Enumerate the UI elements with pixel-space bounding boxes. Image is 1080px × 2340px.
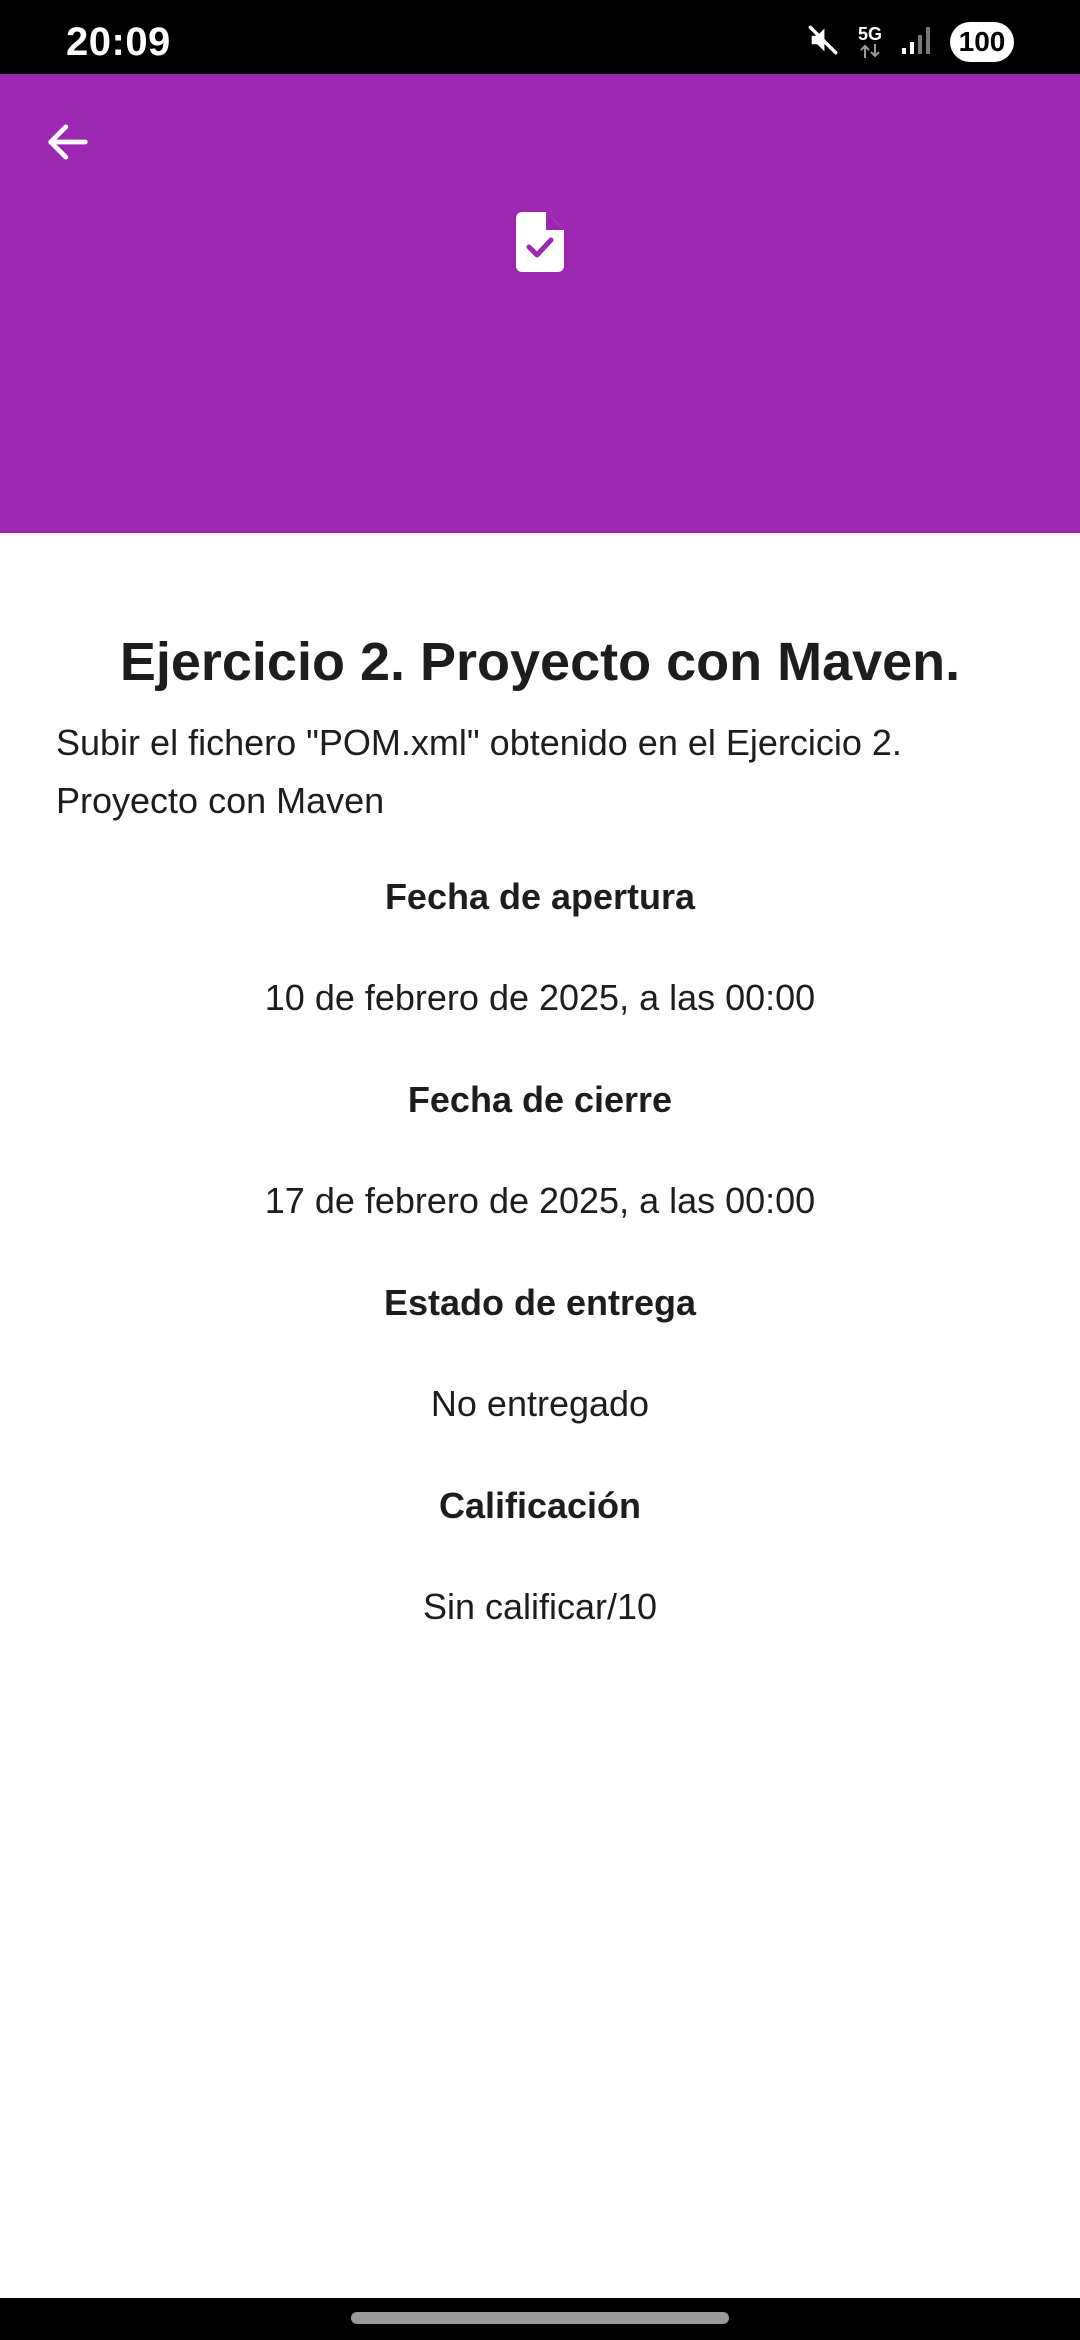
back-button[interactable] <box>28 102 108 182</box>
closing-date-value: 17 de febrero de 2025, a las 00:00 <box>264 1180 816 1221</box>
mute-icon <box>806 23 840 62</box>
battery-icon: 100 <box>950 22 1014 62</box>
arrow-back-icon <box>48 124 88 160</box>
closing-date-label: Fecha de cierre <box>407 1079 673 1120</box>
navigation-bar <box>0 2298 1080 2340</box>
assignment-title: Ejercicio 2. Proyecto con Maven. <box>119 632 961 692</box>
grade-label: Calificación <box>438 1485 642 1526</box>
status-bar: 20:09 5G 100 <box>0 0 1080 74</box>
network-5g-icon: 5G <box>858 25 882 59</box>
submission-status-label: Estado de entrega <box>383 1282 697 1323</box>
opening-date-value: 10 de febrero de 2025, a las 00:00 <box>264 977 816 1018</box>
data-arrows-icon <box>860 44 880 58</box>
assignment-check-icon <box>516 212 564 272</box>
grade-value: Sin calificar/10 <box>422 1586 658 1627</box>
opening-date-label: Fecha de apertura <box>384 876 696 917</box>
signal-icon <box>900 24 932 61</box>
status-time: 20:09 <box>66 20 171 64</box>
gesture-handle[interactable] <box>351 2312 729 2324</box>
assignment-details: Ejercicio 2. Proyecto con Maven. Subir e… <box>56 628 1024 1636</box>
app-header <box>0 74 1080 533</box>
submission-status-value: No entregado <box>430 1383 650 1424</box>
status-icons: 5G 100 <box>806 22 1014 62</box>
assignment-description: Subir el fichero "POM.xml" obtenido en e… <box>56 722 902 821</box>
network-type-label: 5G <box>857 24 882 44</box>
